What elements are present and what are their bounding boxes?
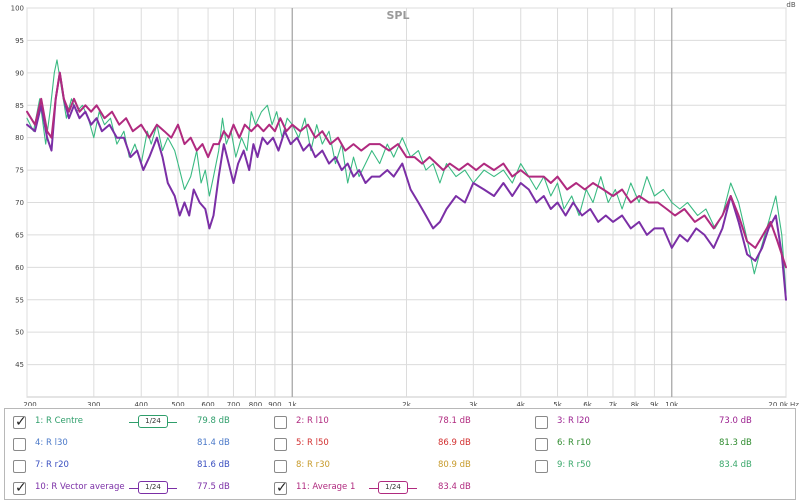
line-swatch [408,488,417,489]
legend-label: 5: R l50 [296,438,329,448]
legend-label: 8: R r30 [296,460,330,470]
legend-value: 83.4 dB [719,460,752,470]
legend-checkbox[interactable] [535,460,548,473]
legend-label: 7: R r20 [35,460,69,470]
legend-value: 86.9 dB [438,438,471,448]
legend-panel: ✓ 1: R Centre 1/24 79.8 dB 2: R l10 78.1 dB 3:… [4,408,796,500]
legend-row: 4: R l30 81.4 dB 5: R l50 86.9 dB 6: R r10 81… [5,435,795,455]
legend-checkbox[interactable] [13,438,26,451]
legend-value: 80.9 dB [438,460,471,470]
x-tick-label: 6k [583,401,592,406]
smoothing-text: 1/24 [385,483,401,491]
y-tick-label: 70 [15,199,24,207]
line-swatch [168,488,177,489]
legend-value: 81.4 dB [197,438,230,448]
legend-entry: ✓ 1: R Centre 1/24 79.8 dB [13,413,268,433]
y-axis-unit: dB [786,1,795,9]
x-tick-label: 9k [650,401,659,406]
legend-entry: 2: R l10 78.1 dB [274,413,529,433]
smoothing-text: 1/24 [145,417,161,425]
legend-label: 3: R l20 [557,416,590,426]
legend-entry: 8: R r30 80.9 dB [274,457,529,477]
x-tick-label: 3k [469,401,478,406]
legend-checkbox[interactable]: ✓ [13,480,27,496]
legend-label: 1: R Centre [35,416,84,426]
legend-value: 81.6 dB [197,460,230,470]
legend-value: 81.3 dB [719,438,752,448]
legend-checkbox[interactable] [274,438,287,451]
x-tick-label: 800 [249,401,262,406]
legend-entry: 7: R r20 81.6 dB [13,457,268,477]
y-tick-label: 55 [15,296,24,304]
line-swatch [168,422,177,423]
legend-label: 11: Average 1 [296,482,356,492]
y-tick-label: 50 [15,329,24,337]
line-swatch [129,488,138,489]
x-tick-label: 600 [201,401,214,406]
legend-row: ✓ 10: R Vector average 1/24 77.5 dB ✓ 11: Ave… [5,479,795,499]
legend-value: 78.1 dB [438,416,471,426]
legend-row: ✓ 1: R Centre 1/24 79.8 dB 2: R l10 78.1 dB 3:… [5,413,795,433]
legend-entry: 6: R r10 81.3 dB [535,435,790,455]
legend-label: 9: R r50 [557,460,591,470]
legend-label: 2: R l10 [296,416,329,426]
legend-checkbox[interactable] [535,416,548,429]
y-tick-label: 65 [15,231,24,239]
x-tick-label: 300 [87,401,100,406]
legend-value: 83.4 dB [438,482,471,492]
smoothing-badge[interactable]: 1/24 [129,415,177,428]
x-tick-label: 20.0k [768,401,789,406]
x-tick-label: 500 [171,401,184,406]
legend-entry: 3: R l20 73.0 dB [535,413,790,433]
y-tick-label: 95 [15,37,24,45]
legend-entry: 9: R r50 83.4 dB [535,457,790,477]
x-tick-label: 900 [268,401,281,406]
legend-value: 79.8 dB [197,416,230,426]
legend-label: 4: R l30 [35,438,68,448]
legend-checkbox[interactable] [13,460,26,473]
legend-entry: 5: R l50 86.9 dB [274,435,529,455]
legend-entry: ✓ 11: Average 1 1/24 83.4 dB [274,479,529,499]
x-axis-unit: Hz [790,401,799,406]
x-tick-label: 1k [288,401,297,406]
legend-entry: ✓ 10: R Vector average 1/24 77.5 dB [13,479,268,499]
x-tick-label: 8k [631,401,640,406]
x-tick-label: 10k [665,401,679,406]
line-swatch [369,488,378,489]
x-tick-label: 2k [402,401,411,406]
legend-checkbox[interactable]: ✓ [274,480,288,496]
smoothing-text: 1/24 [145,483,161,491]
y-tick-label: 60 [15,264,24,272]
smoothing-badge[interactable]: 1/24 [369,481,417,494]
legend-label: 10: R Vector average [35,482,125,492]
x-tick-label: 7k [609,401,618,406]
checkmark-icon: ✓ [276,480,288,496]
legend-checkbox[interactable] [535,438,548,451]
x-tick-label: 400 [135,401,148,406]
smoothing-badge[interactable]: 1/24 [129,481,177,494]
y-tick-label: 90 [15,69,24,77]
legend-row: 7: R r20 81.6 dB 8: R r30 80.9 dB 9: R r50 83… [5,457,795,477]
legend-checkbox[interactable] [274,416,287,429]
x-tick-label: 4k [516,401,525,406]
chart-title: SPL [387,9,410,22]
x-tick-label: 200 [23,401,36,406]
y-tick-label: 75 [15,167,24,175]
legend-value: 73.0 dB [719,416,752,426]
y-tick-label: 80 [15,134,24,142]
y-tick-label: 100 [11,5,24,13]
checkmark-icon: ✓ [15,480,27,496]
x-tick-label: 700 [227,401,240,406]
spl-chart: 45 50 55 60 65 70 75 80 85 90 95 100 200 300 400 500 600… [11,1,800,406]
y-tick-label: 85 [15,102,24,110]
legend-entry: 4: R l30 81.4 dB [13,435,268,455]
legend-value: 77.5 dB [197,482,230,492]
legend-checkbox[interactable] [274,460,287,473]
checkmark-icon: ✓ [15,414,27,430]
legend-label: 6: R r10 [557,438,591,448]
legend-checkbox[interactable]: ✓ [13,414,27,430]
line-swatch [129,422,138,423]
y-tick-label: 45 [15,361,24,369]
x-tick-label: 5k [553,401,562,406]
